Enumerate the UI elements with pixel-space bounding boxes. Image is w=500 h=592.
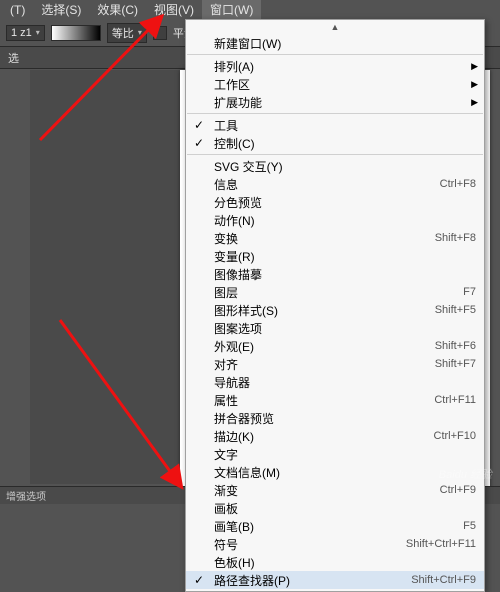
menu-item-label: 属性 [214, 392, 434, 409]
submenu-arrow-icon: ▶ [471, 79, 478, 90]
menu-item[interactable]: 外观(E)Shift+F6 [186, 337, 484, 355]
menu-item-label: 变换 [214, 230, 435, 247]
document-tab[interactable]: 选 [8, 50, 19, 66]
menu-item[interactable]: 属性Ctrl+F11 [186, 391, 484, 409]
check-icon: ✓ [194, 136, 204, 150]
menu-item[interactable]: 描边(K)Ctrl+F10 [186, 427, 484, 445]
scale-label: 等比 [112, 25, 134, 41]
menu-item-shortcut: Shift+F5 [435, 304, 476, 316]
menu-item[interactable]: 导航器 [186, 373, 484, 391]
menu-item-shortcut: Ctrl+F10 [434, 430, 477, 442]
menu-item-label: 渐变 [214, 482, 440, 499]
check-icon: ✓ [194, 573, 204, 587]
menu-item-label: 分色预览 [214, 194, 476, 211]
menu-item-label: 新建窗口(W) [214, 35, 476, 52]
menu-item[interactable]: 动作(N) [186, 211, 484, 229]
menu-item-label: 扩展功能 [214, 94, 476, 111]
menu-item[interactable]: 变换Shift+F8 [186, 229, 484, 247]
menu-item[interactable]: ✓ 控制(C) [186, 134, 484, 152]
menu-item-shortcut: Shift+Ctrl+F9 [411, 574, 476, 586]
menu-item-label: 文字 [214, 446, 476, 463]
menu-item[interactable]: 扩展功能▶ [186, 93, 484, 111]
menu-item[interactable]: 图形样式(S)Shift+F5 [186, 301, 484, 319]
menu-item-label: 工具 [214, 117, 476, 134]
menu-item-shortcut: Shift+F7 [435, 358, 476, 370]
menu-item-shortcut: Ctrl+F11 [434, 394, 476, 406]
check-icon: ✓ [194, 118, 204, 132]
menu-separator [187, 154, 483, 155]
menu-item[interactable]: 信息Ctrl+F8 [186, 175, 484, 193]
menu-item-label: 信息 [214, 176, 440, 193]
menu-item[interactable]: 文字 [186, 445, 484, 463]
menu-item-effect[interactable]: 效果(C) [89, 0, 146, 20]
menu-item-label: 动作(N) [214, 212, 476, 229]
menu-item[interactable]: 图层F7 [186, 283, 484, 301]
menu-item-label: 图案选项 [214, 320, 476, 337]
menu-item-label: 画板 [214, 500, 476, 517]
menu-separator [187, 54, 483, 55]
menu-item-label: 画笔(B) [214, 518, 463, 535]
menu-item-label: 图层 [214, 284, 463, 301]
menu-item-label: 工作区 [214, 76, 476, 93]
menu-item[interactable]: 工作区▶ [186, 75, 484, 93]
menu-item[interactable]: ✓ 路径查找器(P)Shift+Ctrl+F9 [186, 571, 484, 589]
menu-item[interactable]: 变量(R) [186, 247, 484, 265]
menu-item-shortcut: Ctrl+F9 [440, 484, 476, 496]
menubar: (T) 选择(S) 效果(C) 视图(V) 窗口(W) [0, 0, 500, 19]
chevron-down-icon: ▾ [138, 28, 142, 37]
submenu-arrow-icon: ▶ [471, 97, 478, 108]
menu-item-shortcut: Shift+Ctrl+F11 [406, 538, 476, 550]
menu-item-label: SVG 交互(Y) [214, 158, 476, 175]
menu-item[interactable]: 分色预览 [186, 193, 484, 211]
chevron-down-icon: ▾ [36, 28, 40, 37]
menu-item[interactable]: 符号Shift+Ctrl+F11 [186, 535, 484, 553]
menu-scroll-up[interactable]: ▲ [186, 22, 484, 34]
menu-item[interactable]: 图像描摹 [186, 265, 484, 283]
menu-item[interactable]: 对齐Shift+F7 [186, 355, 484, 373]
menu-item-label: 图像描摹 [214, 266, 476, 283]
menu-item-shortcut: Shift+F6 [435, 340, 476, 352]
menu-item[interactable]: 排列(A)▶ [186, 57, 484, 75]
menu-item[interactable]: 新建窗口(W) [186, 34, 484, 52]
menu-separator [187, 113, 483, 114]
watermark: Baidu 经验 [439, 466, 492, 482]
window-menu: ▲ 新建窗口(W)排列(A)▶工作区▶扩展功能▶✓工具✓控制(C)SVG 交互(… [185, 19, 485, 592]
menu-item-window[interactable]: 窗口(W) [202, 0, 261, 20]
menu-item-label: 图形样式(S) [214, 302, 435, 319]
menu-item-label: 导航器 [214, 374, 476, 391]
scale-dropdown[interactable]: 等比 ▾ [107, 23, 147, 43]
menu-item-label: 色板(H) [214, 554, 476, 571]
menu-item-shortcut: F5 [463, 520, 476, 532]
menu-item-label: 控制(C) [214, 135, 476, 152]
menu-item-label: 路径查找器(P) [214, 572, 411, 589]
menu-item[interactable]: 拼合器预览 [186, 409, 484, 427]
menu-item-label: 文档信息(M) [214, 464, 476, 481]
menu-item-shortcut: Shift+F8 [435, 232, 476, 244]
menu-item-shortcut: F7 [463, 286, 476, 298]
menu-item-shortcut: Ctrl+F8 [440, 178, 476, 190]
zoom-value: 1 z1 [11, 27, 32, 39]
menu-item-label: 描边(K) [214, 428, 434, 445]
stroke-swatch[interactable] [153, 26, 167, 40]
menu-item-label: 变量(R) [214, 248, 476, 265]
menu-item-label: 拼合器预览 [214, 410, 476, 427]
menu-item[interactable]: 渐变Ctrl+F9 [186, 481, 484, 499]
menu-item[interactable]: 画笔(B)F5 [186, 517, 484, 535]
zoom-dropdown[interactable]: 1 z1 ▾ [6, 25, 45, 41]
menu-item-label: 外观(E) [214, 338, 435, 355]
menu-item-label: 符号 [214, 536, 406, 553]
menu-item-view[interactable]: 视图(V) [146, 0, 202, 20]
submenu-arrow-icon: ▶ [471, 61, 478, 72]
menu-item[interactable]: 色板(H) [186, 553, 484, 571]
menu-item-select[interactable]: 选择(S) [33, 0, 89, 20]
menu-item[interactable]: SVG 交互(Y) [186, 157, 484, 175]
menu-item-t[interactable]: (T) [2, 1, 33, 19]
menu-item[interactable]: 图案选项 [186, 319, 484, 337]
menu-item-label: 排列(A) [214, 58, 476, 75]
status-left: 增强选项 [6, 488, 46, 503]
menu-item-label: 对齐 [214, 356, 435, 373]
gradient-swatch[interactable] [51, 25, 101, 41]
menu-item[interactable]: ✓ 工具 [186, 116, 484, 134]
menu-item[interactable]: 画板 [186, 499, 484, 517]
